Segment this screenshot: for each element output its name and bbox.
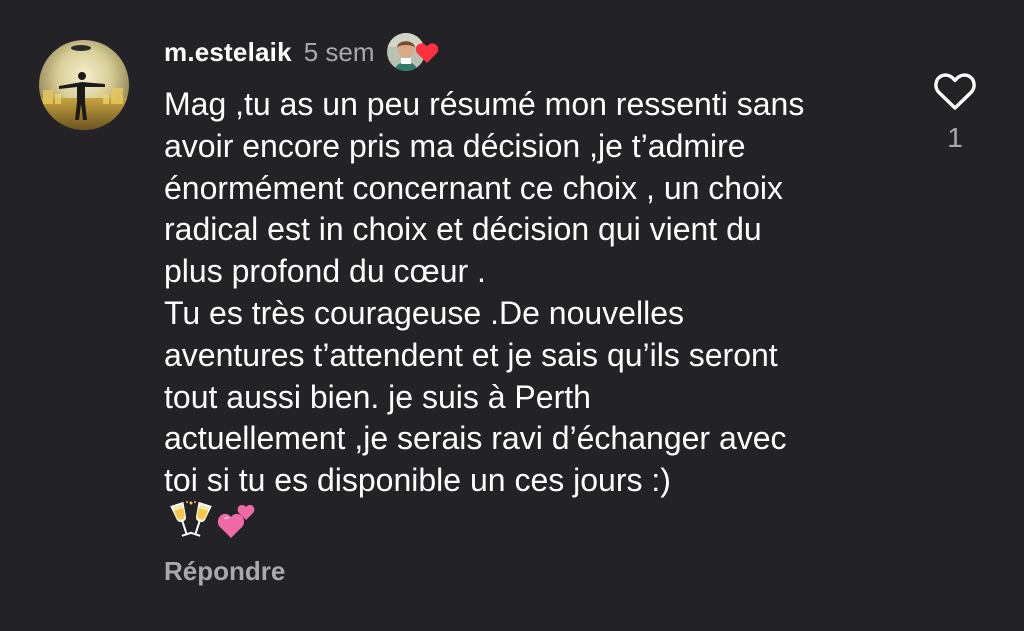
- like-count: 1: [947, 122, 963, 153]
- liked-by-author-badge: [386, 32, 441, 72]
- like-button[interactable]: [932, 70, 978, 112]
- reply-button[interactable]: Répondre: [164, 556, 285, 587]
- champagne-glasses-icon: [170, 500, 212, 547]
- comment-item: m.estelaik 5 sem Mag ,tu as un peu résum…: [0, 0, 1024, 631]
- heart-filled-icon: [415, 42, 439, 64]
- avatar-photo-icon: [39, 40, 129, 130]
- username-link[interactable]: m.estelaik: [164, 37, 292, 68]
- heart-outline-icon: [934, 73, 976, 110]
- comment-timestamp: 5 sem: [303, 36, 375, 67]
- user-avatar[interactable]: [39, 40, 129, 130]
- comment-text: Mag ,tu as un peu résumé mon ressenti sa…: [164, 86, 805, 499]
- comment-emojis: [170, 500, 258, 546]
- like-section: 1: [928, 70, 982, 154]
- two-hearts-icon: [216, 500, 258, 547]
- comment-header: m.estelaik 5 sem: [164, 32, 441, 72]
